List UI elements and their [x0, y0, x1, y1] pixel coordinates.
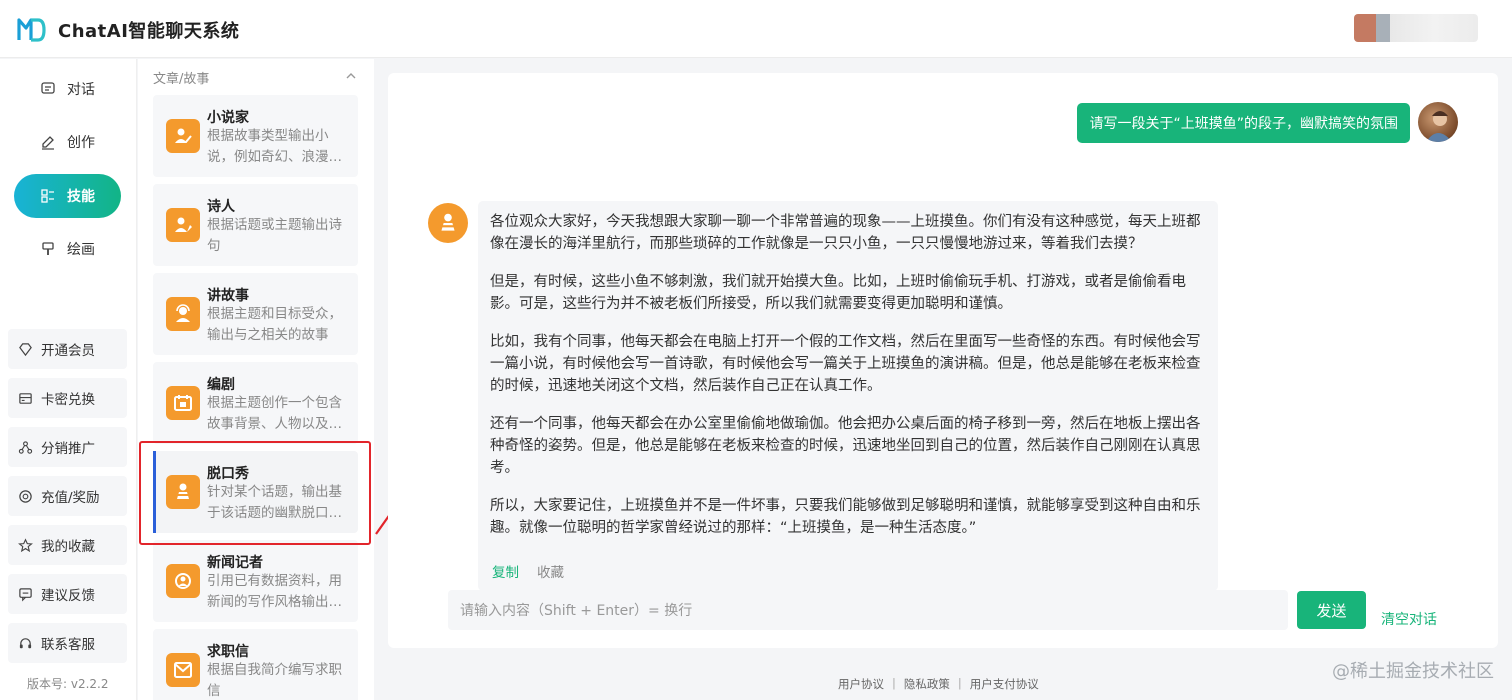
skill-description: 根据自我简介编写求职信	[207, 662, 342, 699]
footer-link-user-agreement[interactable]: 用户协议	[838, 676, 884, 692]
chat-bubble-icon	[41, 82, 55, 94]
share-icon	[18, 440, 33, 454]
menu-item-label: 开通会员	[41, 343, 95, 359]
footer-separator: |	[957, 676, 962, 690]
answer-paragraph: 还有一个同事，他每天都会在办公室里偷偷地做瑜伽。他会把办公桌后面的椅子移到一旁，…	[490, 416, 1201, 476]
screenwriter-icon	[166, 386, 200, 420]
user-account-area[interactable]	[1354, 14, 1478, 42]
star-icon	[18, 537, 33, 552]
brush-icon	[42, 242, 54, 255]
skill-name: 诗人	[207, 199, 235, 215]
poet-icon	[166, 208, 200, 242]
footer-link-privacy-policy[interactable]: 隐私政策	[904, 676, 950, 692]
skill-name: 讲故事	[207, 288, 249, 304]
answer-paragraph: 所以，大家要记住，上班摸鱼并不是一件坏事，只要我们能够做到足够聪明和谨慎，就能够…	[490, 498, 1201, 536]
nav-item-create[interactable]: 创作	[14, 120, 121, 164]
skill-description: 根据故事类型输出小说，例如奇幻、浪漫…	[207, 128, 342, 165]
user-avatar	[1418, 102, 1458, 142]
nav-item-drawing[interactable]: 绘画	[14, 227, 121, 271]
menu-item-label: 我的收藏	[41, 539, 95, 555]
coin-icon	[19, 489, 32, 503]
skill-name: 求职信	[207, 644, 249, 660]
menu-item-label: 卡密兑换	[41, 392, 95, 408]
menu-item-favorites[interactable]: 我的收藏	[8, 525, 127, 565]
main-nav: 对话 创作 技能 绘画 开通会员 卡密兑换 分销推广 充值/奖励 我的收藏 建议…	[0, 59, 137, 700]
watermark: @稀土掘金技术社区	[1332, 661, 1494, 682]
menu-item-label: 建议反馈	[41, 588, 95, 604]
nav-item-skills[interactable]: 技能	[14, 174, 121, 218]
app-title: ChatAI智能聊天系统	[58, 21, 240, 42]
storyteller-icon	[166, 297, 200, 331]
skill-description: 根据话题或主题输出诗句	[207, 217, 342, 254]
journalist-icon	[166, 564, 200, 598]
copy-button[interactable]: 复制	[492, 561, 519, 581]
skill-name: 编剧	[207, 377, 235, 393]
menu-item-redeem-card[interactable]: 卡密兑换	[8, 378, 127, 418]
skills-list-icon	[41, 189, 54, 203]
skill-card-screenwriter[interactable]: 编剧 根据主题创作一个包含故事背景、人物以及…	[153, 362, 358, 444]
footer-link-payment-agreement[interactable]: 用户支付协议	[970, 676, 1039, 692]
skill-name: 新闻记者	[207, 555, 263, 571]
skill-description: 根据主题创作一个包含故事背景、人物以及…	[207, 395, 342, 432]
send-button[interactable]: 发送	[1297, 591, 1366, 629]
nav-item-label: 创作	[67, 135, 95, 151]
clear-conversation-button[interactable]: 清空对话	[1381, 609, 1437, 629]
nav-item-chat[interactable]: 对话	[14, 67, 121, 111]
menu-item-label: 分销推广	[41, 441, 95, 457]
cover-letter-icon	[166, 653, 200, 687]
menu-item-recharge[interactable]: 充值/奖励	[8, 476, 127, 516]
skill-name: 小说家	[207, 110, 249, 126]
menu-item-referral[interactable]: 分销推广	[8, 427, 127, 467]
nav-item-label: 技能	[67, 189, 95, 205]
menu-item-label: 联系客服	[41, 637, 95, 653]
skill-card-cover-letter[interactable]: 求职信 根据自我简介编写求职信	[153, 629, 358, 700]
menu-item-customer-service[interactable]: 联系客服	[8, 623, 127, 663]
favorite-button[interactable]: 收藏	[537, 561, 564, 581]
app-header: ChatAI智能聊天系统	[0, 0, 1512, 58]
answer-actions: 复制 收藏	[492, 561, 564, 581]
standup-comedy-icon	[440, 213, 456, 231]
feedback-icon	[19, 587, 32, 601]
menu-item-feedback[interactable]: 建议反馈	[8, 574, 127, 614]
skill-card-novelist[interactable]: 小说家 根据故事类型输出小说，例如奇幻、浪漫…	[153, 95, 358, 177]
annotation-highlight-box	[139, 441, 371, 545]
skill-description: 根据主题和目标受众，输出与之相关的故事	[207, 306, 342, 343]
answer-paragraph: 比如，我有个同事，他每天都会在电脑上打开一个假的工作文档，然后在里面写一些奇怪的…	[490, 334, 1201, 394]
footer-links: 用户协议 | 隐私政策 | 用户支付协议	[838, 676, 1039, 692]
version-label: 版本号: v2.2.2	[27, 677, 109, 691]
assistant-answer-bubble: 各位观众大家好，今天我想跟大家聊一聊一个非常普遍的现象——上班摸鱼。你们有没有这…	[478, 201, 1218, 591]
chevron-up-icon[interactable]	[344, 69, 358, 83]
message-input[interactable]: 请输入内容（Shift + Enter）= 换行	[448, 590, 1288, 630]
chat-panel: 请写一段关于“上班摸鱼”的段子，幽默搞笑的氛围 各位观众大家好，今天我想跟大家聊…	[388, 73, 1498, 648]
nav-item-label: 绘画	[67, 242, 95, 258]
user-message-bubble: 请写一段关于“上班摸鱼”的段子，幽默搞笑的氛围	[1077, 103, 1410, 143]
nav-item-label: 对话	[67, 82, 95, 98]
pencil-icon	[42, 136, 54, 150]
answer-paragraph: 各位观众大家好，今天我想跟大家聊一聊一个非常普遍的现象——上班摸鱼。你们有没有这…	[490, 214, 1201, 252]
menu-item-membership[interactable]: 开通会员	[8, 329, 127, 369]
skill-card-poet[interactable]: 诗人 根据话题或主题输出诗句	[153, 184, 358, 266]
bot-avatar	[428, 203, 468, 243]
app-logo-icon[interactable]	[16, 14, 46, 44]
skill-description: 引用已有数据资料，用新闻的写作风格输出…	[207, 573, 342, 610]
skill-card-journalist[interactable]: 新闻记者 引用已有数据资料，用新闻的写作风格输出…	[153, 540, 358, 622]
headset-icon	[19, 637, 32, 648]
skills-category-title: 文章/故事	[153, 72, 210, 87]
skills-panel: 文章/故事 小说家 根据故事类型输出小说，例如奇幻、浪漫… 诗人 根据话题或主题…	[138, 59, 374, 700]
footer-separator: |	[892, 676, 896, 690]
card-icon	[19, 392, 32, 404]
menu-item-label: 充值/奖励	[41, 490, 100, 506]
diamond-icon	[19, 342, 32, 356]
skill-card-storyteller[interactable]: 讲故事 根据主题和目标受众，输出与之相关的故事	[153, 273, 358, 355]
novelist-icon	[166, 119, 200, 153]
answer-paragraph: 但是，有时候，这些小鱼不够刺激，我们就开始摸大鱼。比如，上班时偷偷玩手机、打游戏…	[490, 274, 1186, 312]
